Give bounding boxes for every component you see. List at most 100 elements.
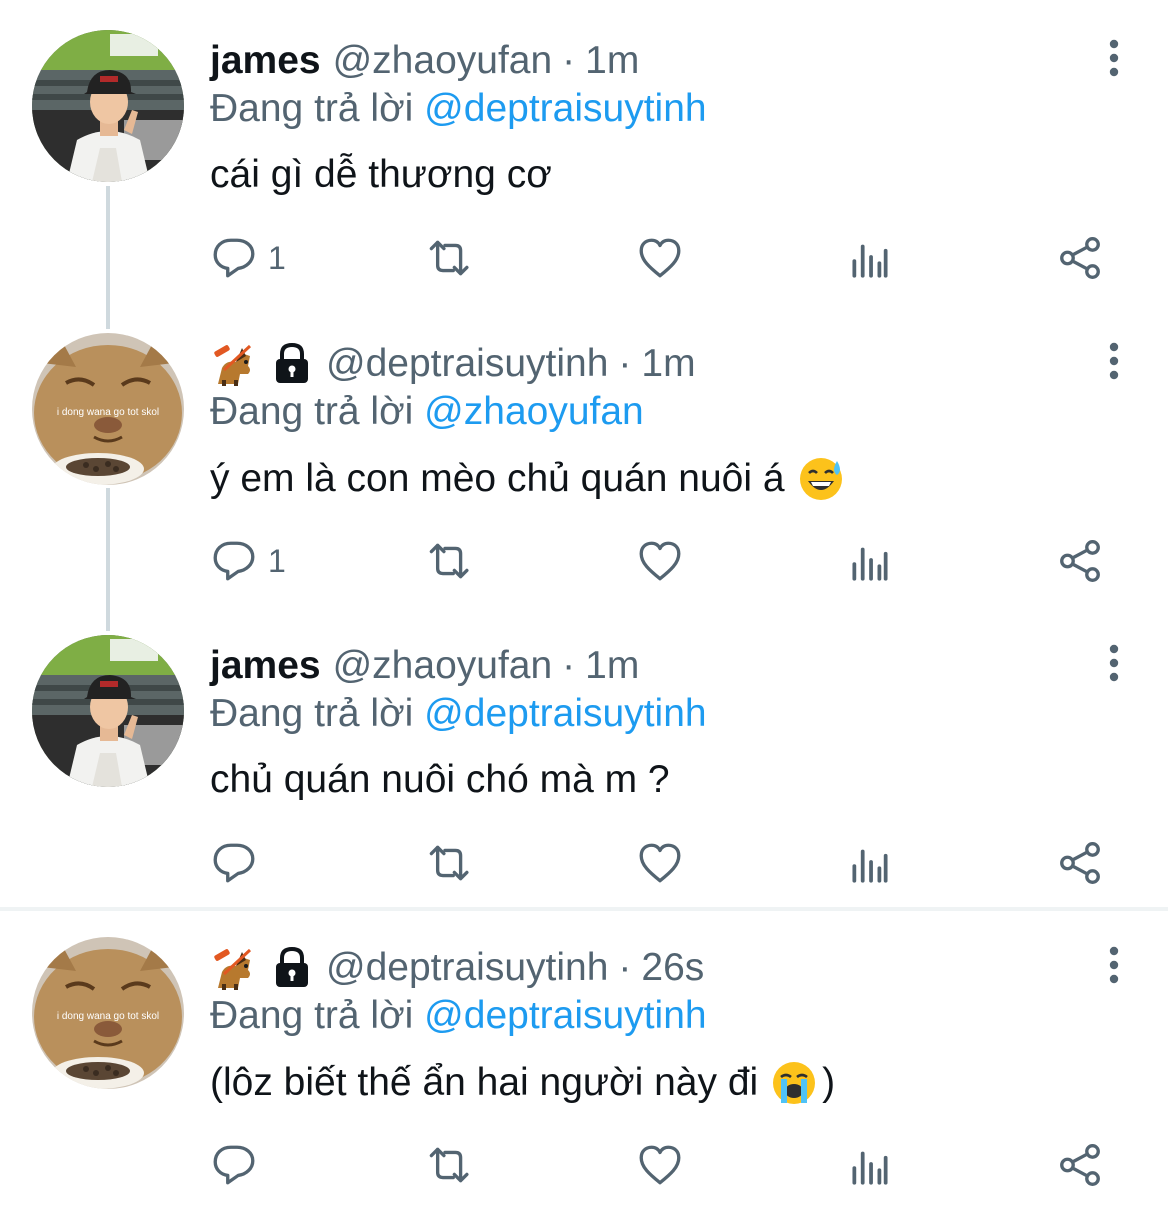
tweet-header: @deptraisuytinh · 26s [210,944,704,992]
display-name[interactable]: james [210,643,321,689]
reply-button[interactable] [210,835,258,891]
reply-button[interactable]: 1 [210,533,286,589]
reply-button[interactable]: 1 [210,230,286,286]
tweet-body: chủ quán nuôi chó mà m ? [210,758,670,801]
more-vertical-icon [1109,342,1119,380]
display-name[interactable]: james [210,38,321,84]
reply-mention-link[interactable]: @deptraisuytinh [424,87,706,130]
avatar-caption: i dong wana go tot skol [57,407,159,418]
like-button[interactable] [636,230,684,286]
man-in-stadium-avatar-image [32,635,184,787]
like-button[interactable] [636,1137,684,1193]
share-button[interactable] [1056,835,1104,891]
retweet-button[interactable] [422,533,470,589]
man-in-stadium-avatar[interactable] [32,30,184,182]
more-vertical-icon [1109,946,1119,984]
like-icon [639,1145,681,1185]
views-icon [852,1151,888,1185]
loudly-crying-emoji-graphic [771,1060,817,1106]
replying-to-label: Đang trả lời [210,87,414,130]
share-icon [1060,1144,1100,1186]
avatar-caption: i dong wana go tot skol [57,1011,159,1022]
reply-mention-link[interactable]: @deptraisuytinh [424,692,706,735]
reply-icon [213,1145,255,1185]
retweet-icon [429,240,469,276]
man-in-stadium-avatar-image [32,30,184,182]
reply-mention-link[interactable]: @deptraisuytinh [424,994,706,1037]
loudly-crying-emoji [770,1059,818,1107]
tweet-actions: 1 [210,230,1110,286]
replying-to-label: Đang trả lời [210,994,414,1037]
share-button[interactable] [1056,533,1104,589]
display-name-badges[interactable] [210,944,312,992]
user-handle[interactable]: @deptraisuytinh [326,341,608,387]
views-button[interactable] [846,1137,894,1193]
more-options-button[interactable] [1100,943,1128,987]
tweet-timestamp[interactable]: 1m [641,341,695,387]
service-dog-emoji [210,340,258,388]
cat-meme-avatar-image: i dong wana go tot skol [32,937,184,1089]
tweet-body-suffix: ) [822,1061,836,1104]
views-icon [852,244,888,278]
tweet-actions [210,1137,1110,1193]
tweet[interactable]: james @zhaoyufan · 1m Đang trả lời @deptrais… [0,635,1168,905]
user-handle[interactable]: @zhaoyufan [333,38,553,84]
replying-to: Đang trả lời @zhaoyufan [210,389,644,435]
replying-to: Đang trả lời @deptraisuytinh [210,691,707,737]
more-options-button[interactable] [1100,339,1128,383]
tweet-body: ý em là con mèo chủ quán nuôi á [210,457,785,500]
reply-button[interactable] [210,1137,258,1193]
views-button[interactable] [846,533,894,589]
share-icon [1060,540,1100,582]
user-handle[interactable]: @deptraisuytinh [326,945,608,991]
tweet-text: (lôz biết thế ẩn hai người này đi) [210,1059,835,1107]
replying-to: Đang trả lời @deptraisuytinh [210,993,707,1039]
replying-to-label: Đang trả lời [210,692,414,735]
share-button[interactable] [1056,1137,1104,1193]
display-name-badges[interactable] [210,340,312,388]
reply-count: 1 [268,239,286,276]
tweet-body: cái gì dễ thương cơ [210,153,552,196]
service-dog-emoji-graphic [212,342,252,388]
tweet-timestamp[interactable]: 26s [641,945,704,991]
retweet-button[interactable] [422,835,470,891]
reply-mention-link[interactable]: @zhaoyufan [424,390,644,433]
separator-dot: · [618,342,632,385]
cat-meme-avatar[interactable]: i dong wana go tot skol [32,937,184,1089]
tweet-timestamp[interactable]: 1m [585,38,639,84]
lock-icon-graphic [274,343,310,385]
views-icon [852,547,888,581]
retweet-icon [429,1147,469,1183]
tweet-timestamp[interactable]: 1m [585,643,639,689]
tweet-text: chủ quán nuôi chó mà m ? [210,757,670,803]
replying-to: Đang trả lời @deptraisuytinh [210,86,707,132]
man-in-stadium-avatar[interactable] [32,635,184,787]
tweet[interactable]: i dong wana go tot skol @deptraisuytinh · 1… [0,333,1168,603]
like-button[interactable] [636,533,684,589]
views-button[interactable] [846,230,894,286]
like-button[interactable] [636,835,684,891]
retweet-button[interactable] [422,230,470,286]
separator-dot: · [618,946,632,989]
retweet-icon [429,543,469,579]
lock-icon [272,946,312,990]
share-icon [1060,237,1100,279]
tweet[interactable]: james @zhaoyufan · 1m Đang trả lời @deptrais… [0,30,1168,300]
tweet[interactable]: i dong wana go tot skol @deptraisuytinh · 2… [0,937,1168,1207]
share-button[interactable] [1056,230,1104,286]
lock-icon-graphic [274,947,310,989]
more-options-button[interactable] [1100,641,1128,685]
conversation-divider [0,907,1168,911]
tweet-text: cái gì dễ thương cơ [210,152,552,198]
retweet-icon [429,845,469,881]
reply-icon [213,843,255,883]
more-vertical-icon [1109,39,1119,77]
tweet-body: (lôz biết thế ẩn hai người này đi [210,1061,759,1104]
retweet-button[interactable] [422,1137,470,1193]
cat-meme-avatar[interactable]: i dong wana go tot skol [32,333,184,485]
replying-to-label: Đang trả lời [210,390,414,433]
views-button[interactable] [846,835,894,891]
more-options-button[interactable] [1100,36,1128,80]
user-handle[interactable]: @zhaoyufan [333,643,553,689]
tweet-actions: 1 [210,533,1110,589]
